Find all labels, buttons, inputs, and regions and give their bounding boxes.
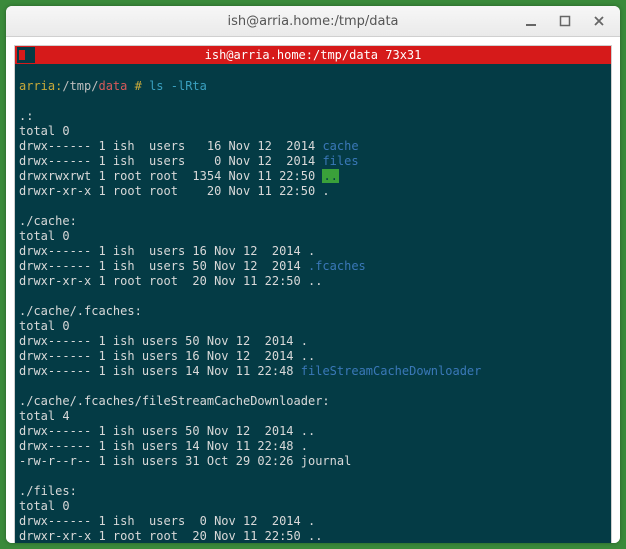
ls-row: -rw-r--r-- 1 ish users 31 Oct 29 02:26 j… (19, 454, 607, 469)
ls-row: drwx------ 1 ish users 14 Nov 11 22:48 f… (19, 364, 607, 379)
dir-header: ./files: (19, 484, 607, 499)
ls-row: drwxr-xr-x 1 root root 20 Nov 11 22:50 . (19, 184, 607, 199)
total-line: total 0 (19, 229, 607, 244)
total-line: total 0 (19, 499, 607, 514)
total-line: total 4 (19, 409, 607, 424)
minimize-icon (525, 15, 537, 27)
prompt-userhost: arria: (19, 79, 62, 93)
minimize-button[interactable] (514, 9, 548, 33)
dir-header: ./cache: (19, 214, 607, 229)
ls-row: drwx------ 1 ish users 50 Nov 12 2014 .. (19, 424, 607, 439)
ls-row: drwxrwxrwt 1 root root 1354 Nov 11 22:50… (19, 169, 607, 184)
close-icon (593, 15, 605, 27)
dir-header: .: (19, 109, 607, 124)
ls-row: drwx------ 1 ish users 50 Nov 12 2014 . (19, 334, 607, 349)
window-controls (514, 6, 616, 36)
ls-row: drwx------ 1 ish users 0 Nov 12 2014 fil… (19, 154, 607, 169)
blank-line (19, 289, 607, 304)
blank-line (19, 379, 607, 394)
ls-row: drwx------ 1 ish users 50 Nov 12 2014 .f… (19, 259, 607, 274)
total-line: total 0 (19, 319, 607, 334)
titlebar: ish@arria.home:/tmp/data (6, 6, 620, 37)
ls-row: drwx------ 1 ish users 16 Nov 12 2014 .. (19, 349, 607, 364)
ls-output: .:total 0drwx------ 1 ish users 16 Nov 1… (19, 109, 607, 543)
terminal-frame: ish@arria.home:/tmp/data 73x31 arria:/tm… (6, 37, 620, 543)
maximize-icon (559, 15, 571, 27)
prompt-path-leaf: data (98, 79, 127, 93)
close-button[interactable] (582, 9, 616, 33)
prompt-path: /tmp/ (62, 79, 98, 93)
total-line: total 0 (19, 124, 607, 139)
terminal-window: ish@arria.home:/tmp/data ish@arria.home:… (6, 6, 620, 543)
prompt-sep: # (127, 79, 149, 93)
ls-row: drwxr-xr-x 1 root root 20 Nov 11 22:50 .… (19, 529, 607, 543)
blank-line (19, 469, 607, 484)
tab-bar: ish@arria.home:/tmp/data 73x31 (15, 46, 611, 64)
maximize-button[interactable] (548, 9, 582, 33)
ls-row: drwx------ 1 ish users 0 Nov 12 2014 . (19, 514, 607, 529)
ls-row: drwx------ 1 ish users 16 Nov 12 2014 ca… (19, 139, 607, 154)
blank-line (19, 199, 607, 214)
dir-header: ./cache/.fcaches/fileStreamCacheDownload… (19, 394, 607, 409)
dir-header: ./cache/.fcaches: (19, 304, 607, 319)
command-text: ls -lRta (149, 79, 207, 93)
ls-row: drwx------ 1 ish users 14 Nov 11 22:48 . (19, 439, 607, 454)
terminal-body[interactable]: arria:/tmp/data # ls -lRta .:total 0drwx… (15, 64, 611, 543)
terminal[interactable]: ish@arria.home:/tmp/data 73x31 arria:/tm… (14, 45, 612, 543)
tab-title: ish@arria.home:/tmp/data 73x31 (15, 48, 611, 63)
prompt-line: arria:/tmp/data # ls -lRta (19, 79, 607, 94)
ls-row: drwx------ 1 ish users 16 Nov 12 2014 . (19, 244, 607, 259)
ls-row: drwxr-xr-x 1 root root 20 Nov 11 22:50 .… (19, 274, 607, 289)
